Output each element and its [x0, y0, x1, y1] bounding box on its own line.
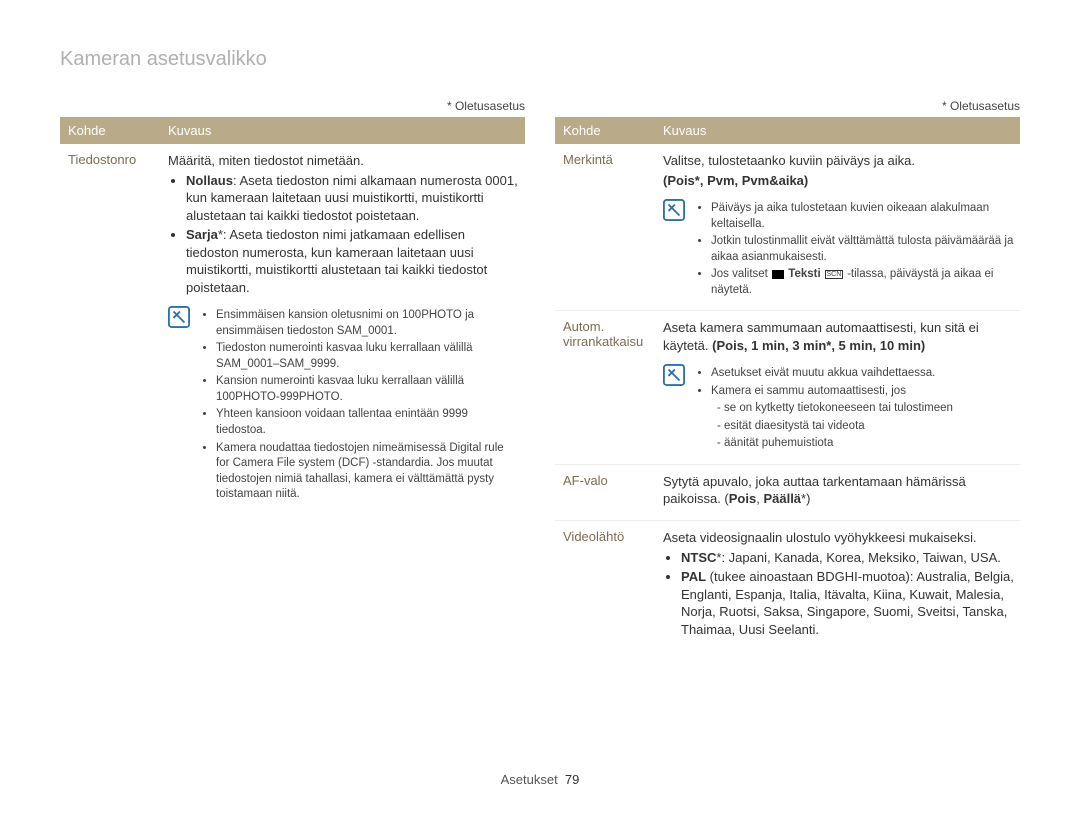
note-e: Kamera noudattaa tiedostojen nimeämisess…: [216, 441, 519, 503]
videolahto-intro: Aseta videosignaalin ulostulo vyöhykkees…: [663, 529, 1014, 547]
afvalo-pois: Pois: [729, 491, 756, 506]
desc-afvalo: Sytytä apuvalo, joka auttaa tarkentamaan…: [655, 464, 1020, 520]
merkinta-note-a: Päiväys ja aika tulostetaan kuvien oikea…: [711, 201, 1014, 232]
autom-note-b-text: Kamera ei sammu automaattisesti, jos: [711, 385, 906, 397]
pal-label: PAL: [681, 569, 706, 584]
note-content-tiedostonro: Ensimmäisen kansion oletusnimi on 100PHO…: [200, 306, 519, 504]
note-icon: [663, 364, 685, 386]
col-header-kohde-r: Kohde: [555, 117, 655, 144]
autom-note-a: Asetukset eivät muutu akkua vaihdettaess…: [711, 366, 1014, 382]
autom-intro: Aseta kamera sammumaan automaattisesti, …: [663, 319, 1014, 354]
note-d: Yhteen kansioon voidaan tallentaa enintä…: [216, 407, 519, 438]
col-header-kuvaus: Kuvaus: [160, 117, 525, 144]
right-column: * Oletusasetus Kohde Kuvaus Merkintä Val…: [555, 99, 1020, 650]
note-block-autom: Asetukset eivät muutu akkua vaihdettaess…: [663, 364, 1014, 454]
note-content-merkinta: Päiväys ja aika tulostetaan kuvien oikea…: [695, 199, 1014, 300]
settings-table-left: Kohde Kuvaus Tiedostonro Määritä, miten …: [60, 117, 525, 515]
page-footer: Asetukset 79: [0, 772, 1080, 787]
note-block-tiedostonro: Ensimmäisen kansion oletusnimi on 100PHO…: [168, 306, 519, 504]
merkinta-note-c: Jos valitset Teksti SCN -tilassa, päiväy…: [711, 267, 1014, 298]
footer-page-number: 79: [565, 772, 579, 787]
autom-note-b2: esität diaesitystä tai videota: [717, 419, 1014, 435]
desc-merkinta: Valitse, tulostetaanko kuviin päiväys ja…: [655, 144, 1020, 311]
label-tiedostonro: Tiedostonro: [60, 144, 160, 515]
note-b: Tiedoston numerointi kasvaa luku kerrall…: [216, 341, 519, 372]
nollaus-label: Nollaus: [186, 173, 233, 188]
autom-note-b3: äänität puhemuistiota: [717, 436, 1014, 452]
note-block-merkinta: Päiväys ja aika tulostetaan kuvien oikea…: [663, 199, 1014, 300]
label-merkinta: Merkintä: [555, 144, 655, 311]
text-mode-icon: [772, 270, 784, 279]
pal-paren: (tukee ainoastaan BDGHI-muotoa):: [706, 569, 916, 584]
merkinta-options: (Pois*, Pvm, Pvm&aika): [663, 172, 1014, 190]
scn-mode-icon: SCN: [825, 270, 843, 279]
two-column-layout: * Oletusasetus Kohde Kuvaus Tiedostonro …: [60, 99, 1020, 650]
row-tiedostonro: Tiedostonro Määritä, miten tiedostot nim…: [60, 144, 525, 515]
sarja-text: *: Aseta tiedoston nimi jatkamaan edelli…: [186, 227, 487, 295]
row-videolahto: Videolähtö Aseta videosignaalin ulostulo…: [555, 520, 1020, 650]
merkinta-note-c-pre: Jos valitset: [711, 268, 771, 280]
label-afvalo: AF-valo: [555, 464, 655, 520]
desc-videolahto: Aseta videosignaalin ulostulo vyöhykkees…: [655, 520, 1020, 650]
label-autom: Autom. virrankatkaisu: [555, 311, 655, 465]
row-afvalo: AF-valo Sytytä apuvalo, joka auttaa tark…: [555, 464, 1020, 520]
page-title: Kameran asetusvalikko: [60, 48, 1020, 71]
left-column: * Oletusasetus Kohde Kuvaus Tiedostonro …: [60, 99, 525, 650]
autom-note-b1: se on kytketty tietokoneeseen tai tulost…: [717, 401, 1014, 417]
afvalo-pre: Sytytä apuvalo, joka auttaa tarkentamaan…: [663, 474, 966, 507]
sarja-label: Sarja: [186, 227, 218, 242]
col-header-kuvaus-r: Kuvaus: [655, 117, 1020, 144]
row-merkinta: Merkintä Valitse, tulostetaanko kuviin p…: [555, 144, 1020, 311]
afvalo-post: *): [801, 491, 810, 506]
afvalo-text: Sytytä apuvalo, joka auttaa tarkentamaan…: [663, 473, 1014, 508]
merkinta-note-b: Jotkin tulostinmallit eivät välttämättä …: [711, 234, 1014, 265]
ntsc-text: *: Japani, Kanada, Korea, Meksiko, Taiwa…: [716, 550, 1000, 565]
merkinta-intro: Valitse, tulostetaanko kuviin päiväys ja…: [663, 152, 1014, 170]
col-header-kohde: Kohde: [60, 117, 160, 144]
note-icon: [663, 199, 685, 221]
default-setting-note-right: * Oletusasetus: [555, 99, 1020, 113]
default-setting-note-left: * Oletusasetus: [60, 99, 525, 113]
manual-page: Kameran asetusvalikko * Oletusasetus Koh…: [0, 0, 1080, 815]
note-c: Kansion numerointi kasvaa luku kerrallaa…: [216, 374, 519, 405]
tiedostonro-intro: Määritä, miten tiedostot nimetään.: [168, 152, 519, 170]
settings-table-right: Kohde Kuvaus Merkintä Valitse, tulosteta…: [555, 117, 1020, 650]
tiedostonro-nollaus: Nollaus: Aseta tiedoston nimi alkamaan n…: [186, 172, 519, 225]
videolahto-ntsc: NTSC*: Japani, Kanada, Korea, Meksiko, T…: [681, 549, 1014, 567]
merkinta-note-c-bold: Teksti: [788, 268, 820, 280]
nollaus-text: : Aseta tiedoston nimi alkamaan numerost…: [186, 173, 518, 223]
note-content-autom: Asetukset eivät muutu akkua vaihdettaess…: [695, 364, 1014, 454]
note-a: Ensimmäisen kansion oletusnimi on 100PHO…: [216, 308, 519, 339]
afvalo-paalla: Päällä: [763, 491, 801, 506]
ntsc-label: NTSC: [681, 550, 716, 565]
label-videolahto: Videolähtö: [555, 520, 655, 650]
tiedostonro-sarja: Sarja*: Aseta tiedoston nimi jatkamaan e…: [186, 226, 519, 296]
desc-tiedostonro: Määritä, miten tiedostot nimetään. Nolla…: [160, 144, 525, 515]
note-icon: [168, 306, 190, 328]
row-autom: Autom. virrankatkaisu Aseta kamera sammu…: [555, 311, 1020, 465]
footer-section: Asetukset: [501, 772, 558, 787]
desc-autom: Aseta kamera sammumaan automaattisesti, …: [655, 311, 1020, 465]
autom-options: (Pois, 1 min, 3 min*, 5 min, 10 min): [712, 338, 925, 353]
videolahto-pal: PAL (tukee ainoastaan BDGHI-muotoa): Aus…: [681, 568, 1014, 638]
autom-note-b: Kamera ei sammu automaattisesti, jos se …: [711, 384, 1014, 452]
